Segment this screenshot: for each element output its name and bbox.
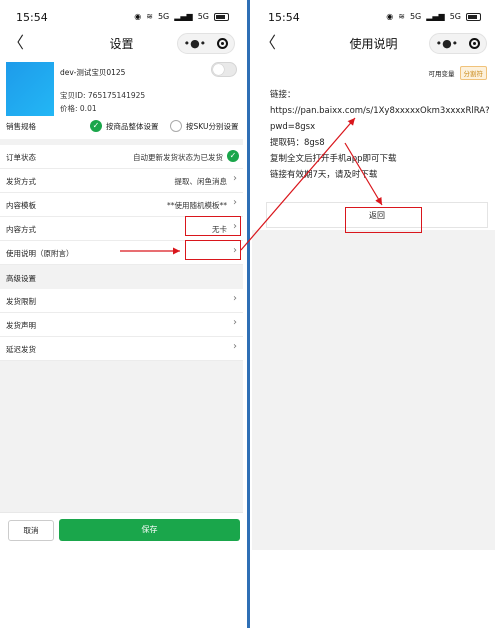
status-bar: 15:54 ◉ ≋ 5G ▂▄▆ 5G — [252, 0, 495, 32]
status-bar: 15:54 ◉ ≋ 5G ▂▄▆ 5G — [0, 0, 243, 32]
mini-program-capsule: •●• — [429, 33, 487, 54]
more-icon[interactable]: •●• — [436, 37, 459, 50]
usage-instructions-screen: 15:54 ◉ ≋ 5G ▂▄▆ 5G 〈 使用说明 •●• 可用变量 分割符 … — [252, 0, 495, 628]
radio-checked-icon[interactable]: ✓ — [90, 120, 102, 132]
more-icon[interactable]: •●• — [184, 37, 207, 50]
signal-label-2: 5G — [197, 12, 209, 21]
row-label: 使用说明（原附言） — [6, 249, 74, 258]
dnd-icon: ◉ — [386, 12, 394, 21]
row-label: 延迟发货 — [6, 345, 36, 354]
target-icon[interactable] — [469, 38, 481, 49]
signal-icon: ▂▄▆ — [426, 12, 445, 21]
settings-screen: 15:54 ◉ ≋ 5G ▂▄▆ 5G 〈 设置 •●• dev-测试宝贝012… — [0, 0, 243, 628]
target-icon[interactable] — [217, 38, 229, 49]
product-toggle[interactable] — [211, 62, 237, 77]
status-icons: ◉ ≋ 5G ▂▄▆ 5G — [386, 12, 481, 21]
row-value: 提取、闲鱼消息 — [174, 177, 228, 186]
product-name: dev-测试宝贝0125 — [60, 68, 126, 77]
signal-label-2: 5G — [449, 12, 461, 21]
row-label: 发货方式 — [6, 177, 36, 186]
row-label: 内容模板 — [6, 201, 36, 210]
empty-area — [0, 361, 243, 512]
status-time: 15:54 — [16, 11, 48, 24]
separator-tag[interactable]: 分割符 — [459, 66, 487, 80]
instructions-line: 链接有效期7天，请及时下载 — [270, 170, 378, 180]
row-delayed-delivery[interactable]: 延迟发货 › — [0, 337, 243, 361]
chevron-right-icon: › — [233, 293, 237, 304]
save-button[interactable]: 保存 — [59, 519, 240, 541]
row-value: **使用随机模板** — [167, 201, 227, 210]
advanced-settings-title: 高级设置 — [6, 274, 36, 283]
screen-divider — [247, 0, 250, 628]
product-id: 宝贝ID: 765175141925 — [60, 91, 146, 100]
instructions-line: 链接： — [270, 90, 296, 100]
status-time: 15:54 — [268, 11, 300, 24]
battery-icon — [214, 12, 229, 21]
product-card: dev-测试宝贝0125 宝贝ID: 765175141925 价格: 0.01 — [6, 60, 237, 116]
signal-icon: ▂▄▆ — [174, 12, 193, 21]
instructions-line: 复制全文后打开手机app即可下载 — [270, 154, 397, 164]
instructions-line: https://pan.baixx.com/s/1Xy8xxxxxOkm3xxx… — [270, 106, 490, 132]
chevron-right-icon: › — [233, 197, 237, 208]
row-label: 发货限制 — [6, 297, 36, 306]
row-delivery-method[interactable]: 发货方式 提取、闲鱼消息 › — [0, 169, 243, 193]
row-delivery-statement[interactable]: 发货声明 › — [0, 313, 243, 337]
advanced-settings-header: 高级设置 — [0, 265, 243, 289]
chevron-right-icon: › — [233, 173, 237, 184]
mini-program-capsule: •●• — [177, 33, 235, 54]
check-icon: ✓ — [227, 150, 239, 162]
sales-spec-row: 销售规格 ✓ 按商品整体设置 按SKU分别设置 — [0, 117, 243, 135]
nav-bar: 〈 设置 •●• — [0, 32, 243, 56]
chevron-right-icon: › — [233, 317, 237, 328]
row-value: 自动更新发货状态为已发货 — [133, 153, 223, 162]
signal-label-1: 5G — [157, 12, 170, 21]
battery-icon — [466, 12, 481, 21]
row-label: 内容方式 — [6, 225, 36, 234]
instructions-text[interactable]: 链接： https://pan.baixx.com/s/1Xy8xxxxxOkm… — [270, 87, 492, 183]
instructions-line: 提取码：8gs8 — [270, 138, 325, 148]
bottom-action-bar: 取消 保存 — [0, 512, 243, 546]
sales-spec-label: 销售规格 — [6, 122, 36, 131]
spec-option-sku[interactable]: 按SKU分别设置 — [186, 121, 238, 132]
product-price: 价格: 0.01 — [60, 104, 97, 113]
row-delivery-limit[interactable]: 发货限制 › — [0, 289, 243, 313]
product-thumbnail — [6, 62, 54, 116]
status-icons: ◉ ≋ 5G ▂▄▆ 5G — [134, 12, 229, 21]
available-variables-label[interactable]: 可用变量 — [429, 68, 455, 78]
dnd-icon: ◉ — [134, 12, 142, 21]
row-content-template[interactable]: 内容模板 **使用随机模板** › — [0, 193, 243, 217]
chevron-right-icon: › — [233, 341, 237, 352]
highlight-usage-instructions — [185, 240, 241, 260]
highlight-content-mode — [185, 216, 241, 236]
row-label: 订单状态 — [6, 153, 36, 162]
row-label: 发货声明 — [6, 321, 36, 330]
wifi-icon: ≋ — [398, 12, 405, 21]
row-order-status[interactable]: 订单状态 自动更新发货状态为已发货 ✓ — [0, 145, 243, 169]
highlight-return-button — [345, 207, 422, 233]
nav-bar: 〈 使用说明 •●• — [252, 32, 495, 56]
variable-tags: 可用变量 分割符 — [429, 66, 487, 80]
wifi-icon: ≋ — [146, 12, 153, 21]
cancel-button[interactable]: 取消 — [8, 520, 54, 541]
spec-option-whole[interactable]: 按商品整体设置 — [106, 121, 159, 132]
signal-label-1: 5G — [409, 12, 422, 21]
radio-unchecked-icon[interactable] — [170, 120, 182, 132]
empty-area — [252, 230, 495, 550]
